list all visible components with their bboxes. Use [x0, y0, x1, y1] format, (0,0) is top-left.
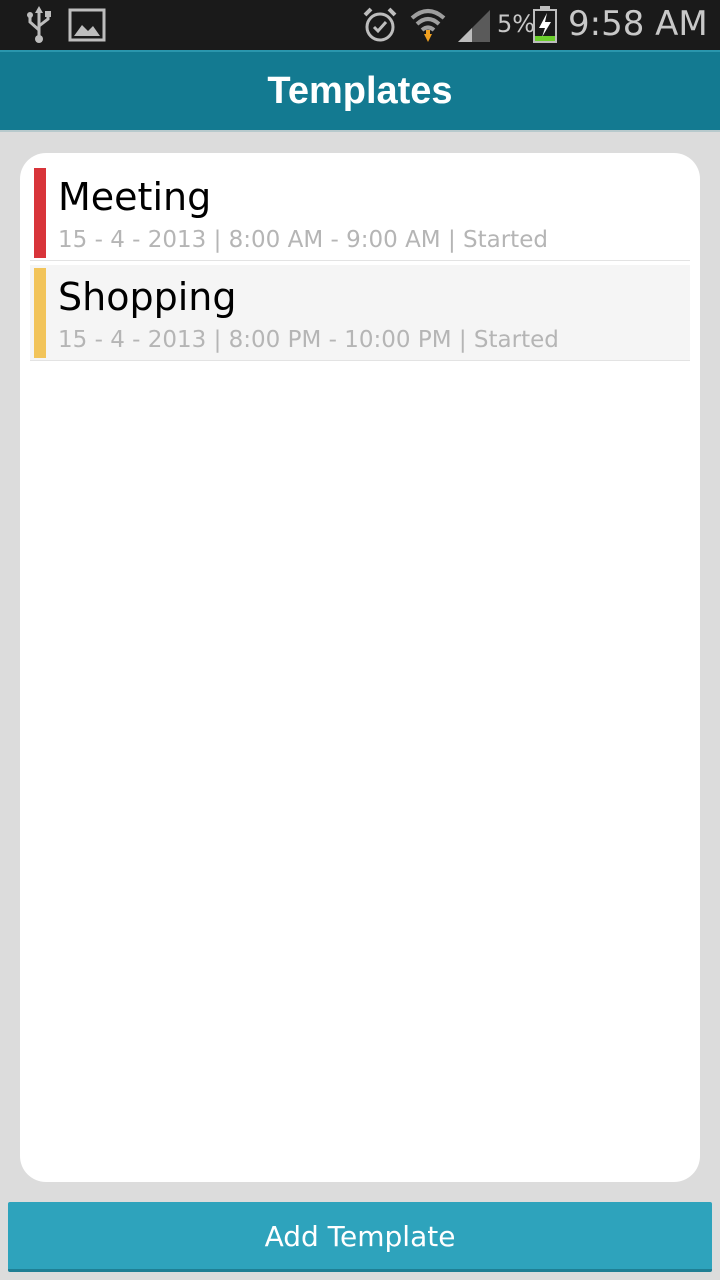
template-details: 15 - 4 - 2013 | 8:00 AM - 9:00 AM | Star… [58, 227, 548, 253]
templates-list: Meeting 15 - 4 - 2013 | 8:00 AM - 9:00 A… [20, 153, 700, 1182]
clock: 9:58 AM [568, 4, 708, 44]
alarm-icon [362, 6, 398, 49]
status-bar: 5% 9:58 AM [0, 0, 720, 50]
app-header: Templates [0, 50, 720, 130]
template-title: Shopping [58, 275, 237, 319]
usb-icon [24, 6, 54, 49]
list-item[interactable]: Shopping 15 - 4 - 2013 | 8:00 PM - 10:00… [30, 265, 690, 361]
screen: 5% 9:58 AM Templates Meeting 15 - 4 - 20… [0, 0, 720, 1280]
template-title: Meeting [58, 175, 212, 219]
battery-charging-icon [532, 6, 558, 49]
color-indicator [34, 268, 46, 358]
add-template-button[interactable]: Add Template [8, 1202, 712, 1272]
battery-percent: 5% [497, 10, 536, 38]
signal-icon [456, 8, 492, 47]
color-indicator [34, 168, 46, 258]
template-details: 15 - 4 - 2013 | 8:00 PM - 10:00 PM | Sta… [58, 327, 559, 353]
page-title: Templates [267, 70, 453, 112]
list-item[interactable]: Meeting 15 - 4 - 2013 | 8:00 AM - 9:00 A… [30, 165, 690, 261]
wifi-icon [410, 6, 446, 51]
gallery-icon [68, 8, 106, 47]
